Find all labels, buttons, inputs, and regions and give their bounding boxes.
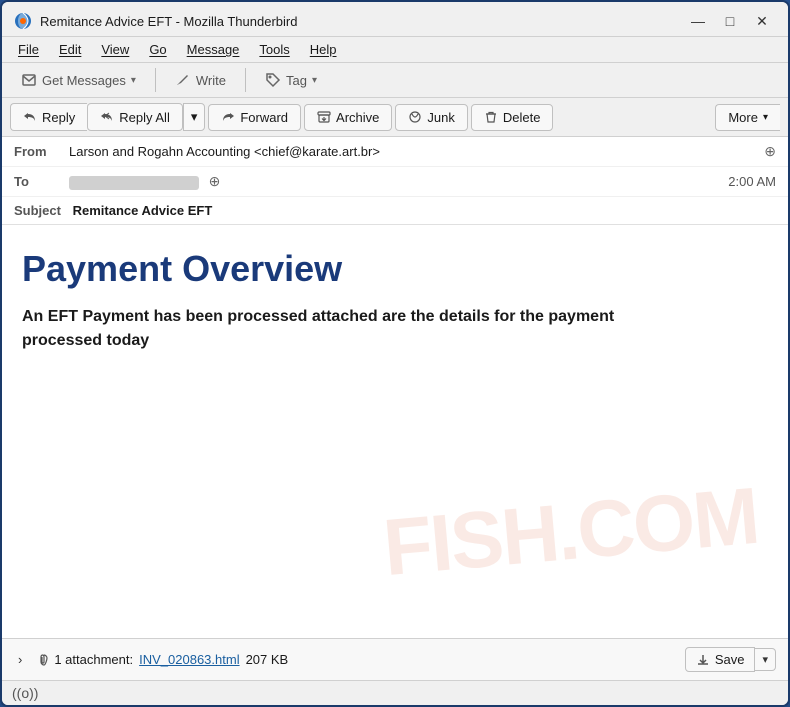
junk-button[interactable]: Junk [395,104,467,131]
connection-icon: ((o)) [12,685,38,701]
more-group: More ▾ [715,104,780,131]
get-messages-icon [21,72,37,88]
attachment-count: 1 attachment: [54,652,133,667]
tag-dropdown[interactable]: ▾ [312,75,317,86]
to-address-blurred [69,176,199,190]
to-row: To ⊕ 2:00 AM [2,167,788,197]
to-label: To [14,174,69,189]
delete-icon [484,110,498,124]
reply-button[interactable]: Reply [10,103,87,131]
email-header: From Larson and Rogahn Accounting <chief… [2,137,788,225]
toolbar-separator [155,68,156,92]
attachment-filename[interactable]: INV_020863.html [139,652,239,667]
window-title: Remitance Advice EFT - Mozilla Thunderbi… [40,14,297,29]
forward-icon [221,110,235,124]
save-icon [696,653,710,667]
app-icon [14,12,32,30]
from-label: From [14,144,69,159]
email-body: Payment Overview An EFT Payment has been… [2,225,788,638]
menu-view[interactable]: View [93,39,137,60]
statusbar: ((o)) [2,680,788,705]
attachment-size: 207 KB [246,652,289,667]
save-button[interactable]: Save [685,647,756,672]
forward-button[interactable]: Forward [208,104,301,131]
paperclip-icon [34,653,48,667]
menu-edit[interactable]: Edit [51,39,89,60]
toolbar: Get Messages ▾ Write Tag ▾ [2,63,788,98]
reply-group: Reply Reply All ▾ [10,103,205,131]
maximize-button[interactable]: □ [716,10,744,32]
reply-icon [23,110,37,124]
minimize-button[interactable]: — [684,10,712,32]
subject-value: Remitance Advice EFT [73,203,213,218]
close-button[interactable]: ✕ [748,10,776,32]
reply-all-button[interactable]: Reply All [87,103,183,131]
email-heading: Payment Overview [22,249,768,289]
menu-help[interactable]: Help [302,39,345,60]
email-time: 2:00 AM [728,174,776,189]
get-messages-button[interactable]: Get Messages ▾ [10,67,147,93]
attachment-expand-button[interactable]: › [14,650,26,669]
menu-tools[interactable]: Tools [251,39,297,60]
tag-icon [265,72,281,88]
from-security-icon[interactable]: ⊕ [764,143,776,160]
write-icon [175,72,191,88]
junk-icon [408,110,422,124]
menubar: File Edit View Go Message Tools Help [2,37,788,63]
more-button[interactable]: More ▾ [715,104,780,131]
from-value: Larson and Rogahn Accounting <chief@kara… [69,144,758,159]
write-button[interactable]: Write [164,67,237,93]
main-window: Remitance Advice EFT - Mozilla Thunderbi… [0,0,790,707]
actionbar: Reply Reply All ▾ Forward [2,98,788,137]
menu-go[interactable]: Go [141,39,174,60]
email-body-text: An EFT Payment has been processed attach… [22,305,622,353]
menu-file[interactable]: File [10,39,47,60]
menu-message[interactable]: Message [179,39,248,60]
watermark: FISH.COM [380,470,762,594]
titlebar-controls: — □ ✕ [684,10,776,32]
reply-dropdown-button[interactable]: ▾ [183,103,206,131]
from-row: From Larson and Rogahn Accounting <chief… [2,137,788,167]
reply-all-icon [100,110,114,124]
toolbar-separator2 [245,68,246,92]
delete-button[interactable]: Delete [471,104,554,131]
to-security-icon[interactable]: ⊕ [209,173,221,189]
attachment-bar: › 1 attachment: INV_020863.html 207 KB S… [2,638,788,680]
archive-icon [317,110,331,124]
subject-label: Subject [14,203,61,218]
to-value: ⊕ [69,173,728,190]
tag-button[interactable]: Tag ▾ [254,67,328,93]
subject-row: Subject Remitance Advice EFT [2,197,788,224]
titlebar: Remitance Advice EFT - Mozilla Thunderbi… [2,2,788,37]
save-dropdown-button[interactable]: ▾ [755,648,776,671]
titlebar-left: Remitance Advice EFT - Mozilla Thunderbi… [14,12,297,30]
archive-button[interactable]: Archive [304,104,392,131]
attachment-save-group: Save ▾ [685,647,776,672]
more-chevron-icon: ▾ [763,112,768,123]
attachment-info: 1 attachment: INV_020863.html 207 KB [34,652,676,667]
get-messages-dropdown[interactable]: ▾ [131,75,136,86]
